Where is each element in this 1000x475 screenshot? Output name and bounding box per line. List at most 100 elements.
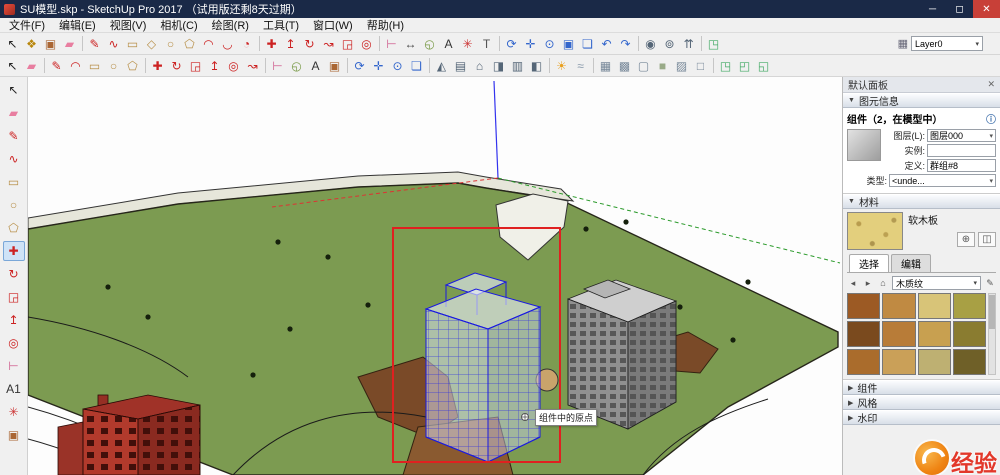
scale-tool-icon[interactable]: ◲ — [338, 34, 357, 53]
section-fill-icon[interactable]: ◱ — [754, 56, 773, 75]
walk-tool-icon[interactable]: ⇈ — [679, 34, 698, 53]
definition-input[interactable]: 定义: 群组#8 ▾ — [885, 159, 996, 172]
x-ray-mode-icon[interactable]: ▦ — [596, 56, 615, 75]
follow-me-icon[interactable]: ↝ — [243, 56, 262, 75]
text-tool[interactable]: A1 — [3, 379, 25, 399]
close-button[interactable]: ✕ — [973, 0, 1000, 18]
section-watermark[interactable]: ▶ 水印 — [843, 410, 1000, 425]
eraser-icon[interactable]: ▰ — [22, 56, 41, 75]
fog-icon[interactable]: ≈ — [571, 56, 590, 75]
entity-info-header[interactable]: ▼ 图元信息 — [843, 93, 1000, 108]
polygon-tool-icon[interactable]: ⬠ — [123, 56, 142, 75]
section-components[interactable]: ▶ 组件 — [843, 380, 1000, 395]
back-view-icon[interactable]: ▥ — [508, 56, 527, 75]
freehand-tool-icon[interactable]: ∿ — [104, 34, 123, 53]
tray-close-icon[interactable]: ✕ — [987, 79, 995, 90]
shaded-mode-icon[interactable]: ■ — [653, 56, 672, 75]
texture-swatch[interactable] — [918, 321, 951, 347]
offset-tool-icon[interactable]: ◎ — [224, 56, 243, 75]
type-select[interactable]: 类型: <unde... ▾ — [847, 174, 996, 187]
texture-swatch[interactable] — [953, 293, 986, 319]
paint-bucket-icon[interactable]: ▣ — [41, 34, 60, 53]
texture-swatch[interactable] — [847, 349, 880, 375]
arc-tool-icon[interactable]: ◠ — [66, 56, 85, 75]
move-tool[interactable]: ✚ — [3, 241, 25, 261]
position-camera-icon[interactable]: ◉ — [641, 34, 660, 53]
tab-edit[interactable]: 编辑 — [891, 254, 931, 272]
tape-measure-icon[interactable]: ⊢ — [382, 34, 401, 53]
push-pull-icon[interactable]: ↥ — [281, 34, 300, 53]
freehand-tool[interactable]: ∿ — [3, 149, 25, 169]
rectangle-tool-icon[interactable]: ▭ — [85, 56, 104, 75]
viewport[interactable]: 组件中的原点 — [28, 77, 842, 475]
right-view-icon[interactable]: ◨ — [489, 56, 508, 75]
next-view-icon[interactable]: ↷ — [616, 34, 635, 53]
material-category-dropdown[interactable]: 木质纹 ▾ — [892, 276, 981, 290]
monochrome-mode-icon[interactable]: □ — [691, 56, 710, 75]
left-view-icon[interactable]: ◧ — [527, 56, 546, 75]
arc-tool-icon[interactable]: ◠ — [199, 34, 218, 53]
texture-swatch[interactable] — [918, 349, 951, 375]
details-icon[interactable]: ⓘ — [986, 111, 996, 126]
secondary-pane-button[interactable]: ◫ — [978, 232, 996, 247]
section-plane-icon[interactable]: ◳ — [704, 34, 723, 53]
neighbor-building[interactable] — [568, 280, 676, 429]
menu-file[interactable]: 文件(F) — [2, 17, 52, 33]
texture-swatch[interactable] — [847, 293, 880, 319]
rotate-tool[interactable]: ↻ — [3, 264, 25, 284]
layer-select[interactable]: 图层(L): 图层000 ▾ — [885, 129, 996, 142]
orbit-tool-icon[interactable]: ⟳ — [350, 56, 369, 75]
sample-paint-icon[interactable]: ✎ — [984, 278, 996, 289]
layer-dropdown[interactable]: Layer0 ▾ — [911, 36, 983, 51]
select-tool-icon[interactable]: ↖ — [3, 34, 22, 53]
axes-tool-icon[interactable]: ✳ — [458, 34, 477, 53]
menu-help[interactable]: 帮助(H) — [360, 17, 411, 33]
section-plane-icon[interactable]: ◳ — [716, 56, 735, 75]
zoom-extents-icon[interactable]: ❏ — [578, 34, 597, 53]
scale-tool-icon[interactable]: ◲ — [186, 56, 205, 75]
section-cuts-icon[interactable]: ◰ — [735, 56, 754, 75]
eraser-icon[interactable]: ▰ — [60, 34, 79, 53]
tab-select[interactable]: 选择 — [849, 254, 889, 272]
previous-view-icon[interactable]: ↶ — [597, 34, 616, 53]
text-tool-icon[interactable]: A — [439, 34, 458, 53]
rotate-tool-icon[interactable]: ↻ — [167, 56, 186, 75]
orbit-tool-icon[interactable]: ⟳ — [502, 34, 521, 53]
menu-tools[interactable]: 工具(T) — [256, 17, 306, 33]
axes-tool[interactable]: ✳ — [3, 402, 25, 422]
select-tool[interactable]: ↖ — [3, 80, 25, 100]
maximize-button[interactable]: ◻ — [946, 0, 973, 18]
dimension-icon[interactable]: ↔ — [401, 34, 420, 53]
circle-tool-icon[interactable]: ○ — [104, 56, 123, 75]
menu-window[interactable]: 窗口(W) — [306, 17, 360, 33]
zoom-window-icon[interactable]: ▣ — [559, 34, 578, 53]
minimize-button[interactable]: ─ — [919, 0, 946, 18]
back-icon[interactable]: ◂ — [847, 278, 859, 289]
texture-swatch[interactable] — [953, 321, 986, 347]
section-styles[interactable]: ▶ 风格 — [843, 395, 1000, 410]
create-material-button[interactable]: ⊕ — [957, 232, 975, 247]
3d-scene[interactable] — [28, 77, 842, 475]
zoom-extents-icon[interactable]: ❏ — [407, 56, 426, 75]
rotate-tool-icon[interactable]: ↻ — [300, 34, 319, 53]
line-tool[interactable]: ✎ — [3, 126, 25, 146]
circle-tool[interactable]: ○ — [3, 195, 25, 215]
rectangle-tool[interactable]: ▭ — [3, 172, 25, 192]
menu-edit[interactable]: 编辑(E) — [52, 17, 103, 33]
textured-mode-icon[interactable]: ▨ — [672, 56, 691, 75]
follow-me-icon[interactable]: ↝ — [319, 34, 338, 53]
paint-bucket-tool[interactable]: ▣ — [3, 425, 25, 445]
texture-swatch[interactable] — [918, 293, 951, 319]
3d-text-icon[interactable]: T — [477, 34, 496, 53]
push-pull-tool[interactable]: ↥ — [3, 310, 25, 330]
texture-swatch[interactable] — [882, 293, 915, 319]
materials-header[interactable]: ▼ 材料 — [843, 194, 1000, 209]
pan-tool-icon[interactable]: ✛ — [369, 56, 388, 75]
paint-bucket-icon[interactable]: ▣ — [325, 56, 344, 75]
zoom-tool-icon[interactable]: ⊙ — [540, 34, 559, 53]
protractor-icon[interactable]: ◵ — [287, 56, 306, 75]
top-view-icon[interactable]: ▤ — [451, 56, 470, 75]
pie-tool-icon[interactable]: ◔ — [237, 34, 256, 53]
texture-swatch[interactable] — [847, 321, 880, 347]
move-tool-icon[interactable]: ✚ — [262, 34, 281, 53]
